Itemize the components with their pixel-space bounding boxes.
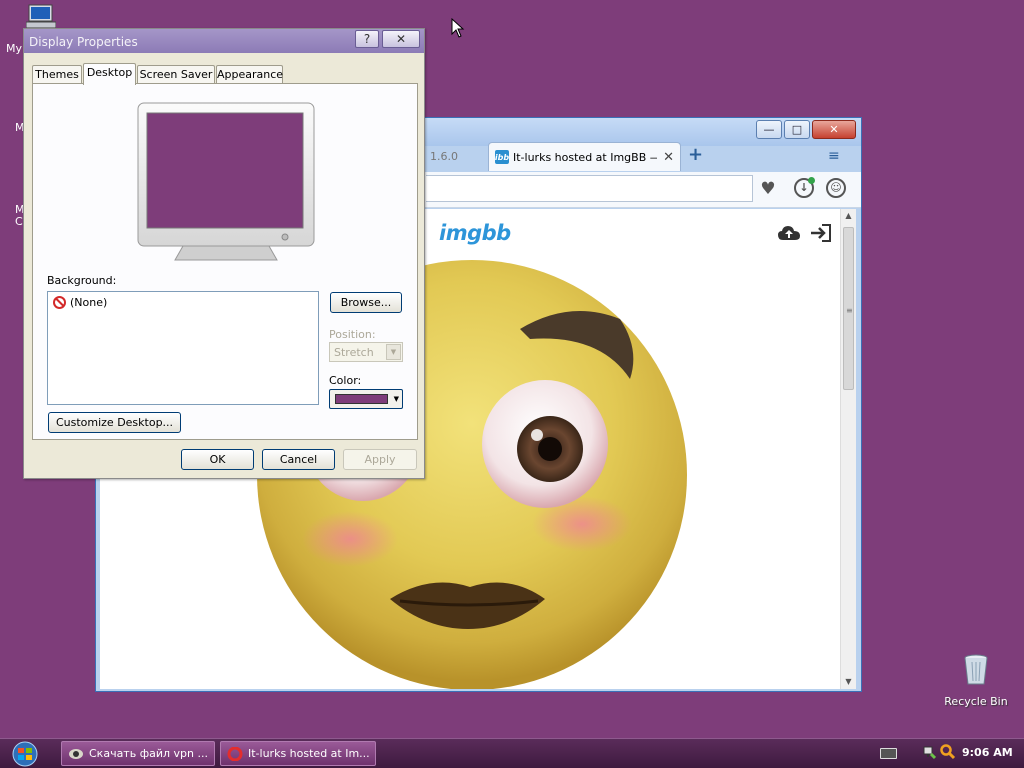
cancel-button[interactable]: Cancel (262, 449, 335, 470)
download-manager-icon (69, 748, 83, 759)
minimize-button[interactable]: — (756, 120, 782, 139)
taskbar-item[interactable]: It-lurks hosted at Im... (220, 741, 376, 766)
network-icon[interactable] (922, 745, 936, 761)
taskbar-item-label: It-lurks hosted at Im... (248, 747, 370, 760)
no-image-icon (53, 296, 66, 309)
tab-previous[interactable]: 1.6.0 (426, 144, 486, 170)
apply-button[interactable]: Apply (343, 449, 417, 470)
cloud-upload-icon[interactable] (777, 223, 801, 243)
customize-desktop-button[interactable]: Customize Desktop... (48, 412, 181, 433)
monitor-preview-icon (137, 102, 315, 261)
new-tab-button[interactable]: + (688, 146, 704, 164)
vertical-scrollbar[interactable]: ▲ ≡ ▼ (840, 209, 856, 689)
ok-button[interactable]: OK (181, 449, 254, 470)
color-picker-button[interactable]: ▼ (329, 389, 403, 409)
computer-icon (26, 4, 56, 29)
background-label: Background: (47, 274, 117, 287)
display-properties-dialog: Display Properties ? ✕ Themes Desktop Sc… (23, 28, 425, 479)
dialog-title: Display Properties (29, 35, 138, 49)
position-select[interactable]: Stretch ▼ (329, 342, 403, 362)
heart-icon[interactable]: ♥ (758, 179, 778, 199)
maximize-button[interactable]: □ (784, 120, 810, 139)
recycle-bin-desktop-icon[interactable]: Recycle Bin (940, 654, 1012, 708)
recycle-bin-label: Recycle Bin (944, 695, 1008, 708)
tab-imgbb[interactable]: ibb It-lurks hosted at ImgBB — ✕ (488, 142, 681, 171)
account-icon[interactable]: ☺ (826, 178, 846, 198)
clock[interactable]: 9:06 AM (962, 746, 1013, 759)
taskbar-item-label: Скачать файл vpn ... (89, 747, 208, 760)
browse-button[interactable]: Browse... (330, 292, 402, 313)
tab-title: It-lurks hosted at ImgBB — (513, 150, 658, 164)
search-icon[interactable] (940, 744, 956, 760)
mouse-cursor-icon (451, 18, 465, 38)
chevron-down-icon: ▼ (386, 344, 401, 360)
desktop-tab-panel: Background: (None) Browse... Position: S… (32, 83, 418, 440)
url-bar[interactable] (426, 175, 753, 202)
scroll-down-icon[interactable]: ▼ (841, 675, 856, 689)
download-icon[interactable]: ↓ (794, 177, 815, 198)
imgbb-favicon-icon: ibb (495, 150, 509, 164)
taskbar: Скачать файл vpn ... It-lurks hosted at … (0, 738, 1024, 768)
scrollbar-thumb[interactable]: ≡ (843, 227, 854, 390)
dialog-titlebar[interactable]: Display Properties ? ✕ (24, 29, 424, 53)
tab-screen-saver[interactable]: Screen Saver (137, 65, 215, 84)
tab-desktop[interactable]: Desktop (83, 63, 136, 85)
background-listbox[interactable]: (None) (47, 291, 319, 405)
color-swatch (335, 394, 388, 404)
list-item[interactable]: (None) (53, 296, 107, 309)
taskbar-item[interactable]: Скачать файл vpn ... (61, 741, 215, 766)
desktop-icon-label-fragment: C (15, 215, 23, 228)
browser-icon (227, 746, 243, 761)
tab-appearance[interactable]: Appearance (216, 65, 283, 84)
position-value: Stretch (334, 346, 374, 359)
dialog-close-button[interactable]: ✕ (382, 30, 420, 48)
close-button[interactable]: ✕ (812, 120, 856, 139)
tab-close-icon[interactable]: ✕ (663, 150, 674, 165)
sign-in-icon[interactable] (810, 223, 832, 243)
color-label: Color: (329, 374, 362, 387)
scroll-up-icon[interactable]: ▲ (841, 209, 856, 223)
list-item-label: (None) (70, 296, 108, 309)
position-label: Position: (329, 328, 376, 341)
tab-themes[interactable]: Themes (32, 65, 82, 84)
start-button[interactable] (8, 741, 42, 767)
recycle-bin-icon (964, 654, 988, 685)
my-computer-label: My (6, 42, 23, 55)
help-button[interactable]: ? (355, 30, 379, 48)
imgbb-logo[interactable]: imgbb (439, 221, 511, 245)
tab-list-icon[interactable]: ≡ (828, 148, 844, 164)
keyboard-icon[interactable] (880, 748, 897, 759)
chevron-down-icon: ▼ (393, 395, 399, 403)
